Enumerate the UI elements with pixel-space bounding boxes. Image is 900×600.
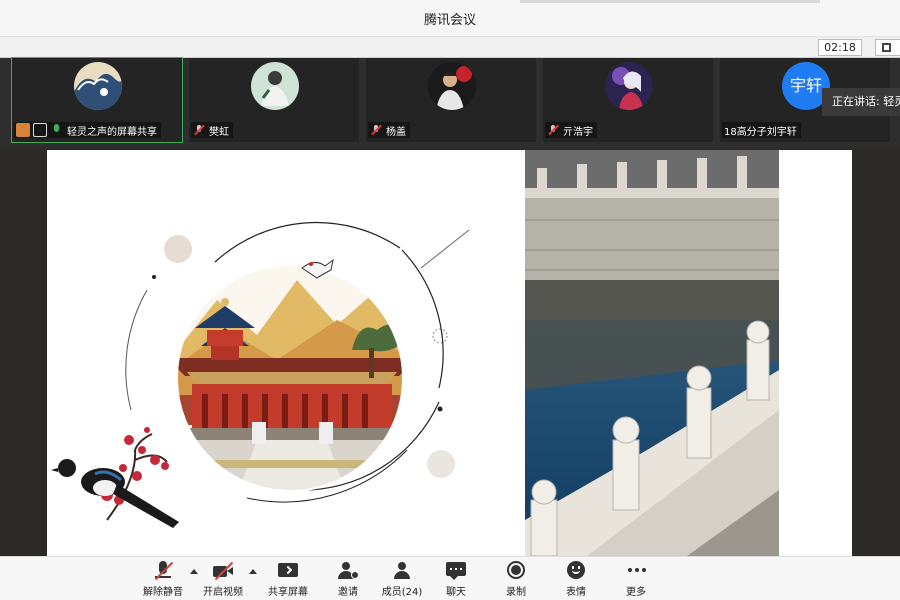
video-options-caret[interactable] <box>249 569 257 574</box>
mic-muted-icon <box>547 124 559 136</box>
members-label: 成员(24) <box>381 587 423 598</box>
members-button[interactable]: 成员(24) <box>372 561 432 599</box>
layout-toggle-button[interactable] <box>875 39 900 56</box>
chat-icon <box>445 561 467 581</box>
participant-name: 樊虹 <box>209 126 229 138</box>
participant-name-bar: 亓浩宇 <box>545 122 597 138</box>
meeting-toolbar: 解除静音 开启视频 共享屏幕 邀请 成员(24) 聊天 录制 表情 更多 <box>0 556 900 600</box>
participant-tile[interactable]: 亓浩宇 <box>543 58 713 142</box>
title-bar: 腾讯会议 <box>0 0 900 36</box>
participant-name-bar: 轻灵之声的屏幕共享 <box>14 122 161 138</box>
layout-icon <box>882 43 891 52</box>
emoji-label: 表情 <box>566 587 586 598</box>
emoji-icon <box>565 561 587 581</box>
participant-name: 轻灵之声的屏幕共享 <box>67 126 157 138</box>
mic-on-icon <box>50 123 64 137</box>
moat-photo <box>525 150 779 556</box>
shared-slide <box>47 150 852 556</box>
record-icon <box>505 561 527 581</box>
start-video-button[interactable]: 开启视频 <box>193 561 253 599</box>
more-button[interactable]: 更多 <box>606 561 666 599</box>
palace-illustration <box>51 221 470 528</box>
title-shadow <box>520 0 820 3</box>
speaking-indicator: 正在讲话: 轻灵 <box>822 88 900 116</box>
avatar <box>251 62 299 110</box>
avatar <box>428 62 476 110</box>
shared-screen-area <box>0 148 900 556</box>
more-icon <box>625 561 647 581</box>
participant-tile[interactable]: 樊虹 <box>189 58 359 142</box>
start-video-label: 开启视频 <box>203 587 243 598</box>
chat-button[interactable]: 聊天 <box>426 561 486 599</box>
share-screen-icon <box>277 561 299 581</box>
participant-name: 18高分子刘宇轩 <box>724 126 797 138</box>
mic-muted-icon <box>370 124 382 136</box>
chat-label: 聊天 <box>446 587 466 598</box>
participant-name-bar: 杨盖 <box>368 122 410 138</box>
participant-name-bar: 樊虹 <box>191 122 233 138</box>
share-screen-button[interactable]: 共享屏幕 <box>258 561 318 599</box>
members-icon <box>391 561 413 581</box>
invite-label: 邀请 <box>338 587 358 598</box>
participant-name-bar: 18高分子刘宇轩 <box>722 122 801 138</box>
more-label: 更多 <box>626 587 646 598</box>
screen-share-icon <box>33 123 47 137</box>
user-icon <box>16 123 30 137</box>
participant-strip: 轻灵之声的屏幕共享 樊虹 杨盖 亓浩宇 宇轩 18高分子刘宇轩 正在讲话: 轻灵 <box>0 57 900 148</box>
window-title: 腾讯会议 <box>423 12 476 28</box>
participant-name: 亓浩宇 <box>563 126 593 138</box>
mic-muted-icon <box>152 561 174 581</box>
invite-button[interactable]: 邀请 <box>318 561 378 599</box>
share-screen-label: 共享屏幕 <box>268 587 308 598</box>
avatar <box>74 62 122 110</box>
participant-tile[interactable]: 杨盖 <box>366 58 536 142</box>
meeting-timer: 02:18 <box>818 39 862 56</box>
unmute-label: 解除静音 <box>143 587 183 598</box>
unmute-button[interactable]: 解除静音 <box>133 561 193 599</box>
record-button[interactable]: 录制 <box>486 561 546 599</box>
record-label: 录制 <box>506 587 526 598</box>
meeting-info-bar: 02:18 <box>0 36 900 58</box>
mic-muted-icon <box>193 124 205 136</box>
participant-tile-screen-share[interactable]: 轻灵之声的屏幕共享 <box>11 57 183 143</box>
invite-icon <box>337 561 359 581</box>
emoji-button[interactable]: 表情 <box>546 561 606 599</box>
avatar <box>605 62 653 110</box>
participant-name: 杨盖 <box>386 126 406 138</box>
video-off-icon <box>212 561 234 581</box>
slide-illustration <box>51 150 779 556</box>
